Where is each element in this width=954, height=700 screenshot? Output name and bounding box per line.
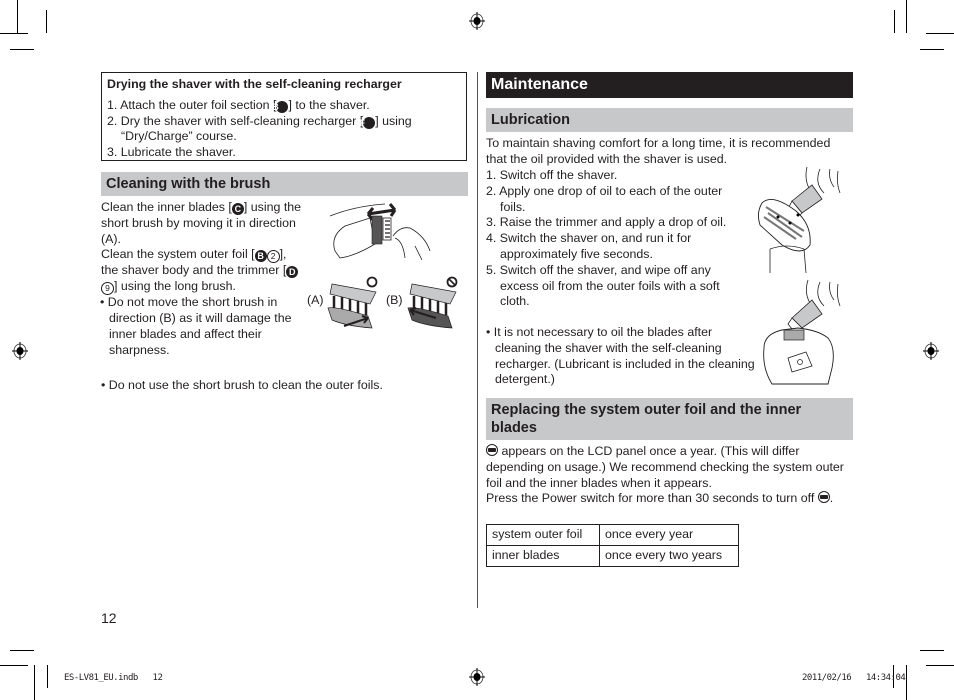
drying-step: 2. Dry the shaver with self-cleaning rec…: [107, 113, 412, 144]
part-letter-badge: D: [286, 266, 299, 279]
figure-label-b: (B): [386, 293, 403, 307]
brush-section-text: Clean the inner blades [C] using the sho…: [100, 200, 306, 358]
replacement-schedule-table: system outer foil once every year inner …: [486, 524, 739, 567]
crop-mark: [10, 650, 34, 651]
drying-step: 1. Attach the outer foil section [B] to …: [107, 97, 370, 113]
crop-mark: [17, 0, 18, 33]
page-number: 12: [101, 610, 117, 626]
lubrication-steps: 1. Switch off the shaver. 2. Apply one d…: [486, 168, 746, 310]
brush-section-heading: Cleaning with the brush: [101, 172, 468, 196]
drying-box-title: Drying the shaver with the self-cleaning…: [107, 77, 402, 91]
table-cell-part: system outer foil: [486, 524, 600, 546]
part-letter-badge: B: [254, 250, 267, 263]
crop-mark: [46, 10, 47, 33]
part-letter-badge: C: [231, 203, 244, 215]
replace-indicator-icon: [486, 444, 498, 456]
table-cell-interval: once every two years: [599, 545, 739, 567]
part-number-badge: 2: [266, 250, 280, 264]
crop-mark: [47, 665, 48, 688]
oil-trimmer-illustration: [763, 279, 841, 385]
crop-mark: [894, 10, 895, 33]
part-letter-badge: F: [359, 116, 376, 129]
lubrication-heading: Lubrication: [486, 108, 853, 132]
lubrication-step: 2. Apply one drop of oil to each of the …: [486, 183, 723, 214]
lubrication-step: 1. Switch off the shaver.: [486, 168, 618, 182]
part-number-badge: 9: [101, 282, 114, 296]
crop-mark: [906, 0, 907, 33]
brush-warning: • Do not move the short brush in directi…: [100, 295, 292, 357]
oil-foil-illustration: [757, 166, 841, 274]
registration-mark-icon: [923, 342, 939, 360]
replacing-heading: Replacing the system outer foil and the …: [486, 398, 853, 440]
slug-file-info: ES-LV81_EU.indb 12: [64, 673, 163, 683]
table-cell-part: inner blades: [486, 545, 600, 567]
column-divider: [477, 72, 478, 608]
replace-indicator-icon: [817, 491, 830, 504]
crop-mark: [926, 33, 954, 34]
brush-paragraph-inner: Clean the inner blades [C] using the sho…: [101, 200, 302, 246]
crop-mark: [926, 665, 954, 666]
lubrication-step: 5. Switch off the shaver, and wipe off a…: [486, 262, 720, 309]
crop-mark: [906, 665, 907, 700]
registration-mark-icon: [469, 668, 485, 686]
brush-direction-b-illustration: [407, 283, 457, 329]
lubrication-step: 4. Switch the shaver on, and run it for …: [486, 231, 692, 261]
figure-label-a: (A): [307, 293, 324, 307]
lubrication-note: • It is not necessary to oil the blades …: [486, 325, 755, 387]
drying-box: Drying the shaver with the self-cleaning…: [101, 72, 467, 161]
table-row: inner blades once every two years: [486, 545, 739, 567]
lubrication-intro: To maintain shaving comfort for a long t…: [486, 136, 831, 166]
replacing-paragraph: appears on the LCD panel once a year. (T…: [486, 444, 844, 490]
table-cell-interval: once every year: [599, 524, 739, 546]
crop-mark: [0, 665, 28, 666]
maintenance-heading: Maintenance: [486, 72, 853, 98]
part-letter-badge: B: [272, 100, 289, 113]
brush-cleaning-illustration: [329, 203, 431, 261]
replacing-paragraph: Press the Power switch for more than 30 …: [486, 491, 834, 506]
brush-direction-a-illustration: [327, 283, 377, 329]
crop-mark: [920, 650, 944, 651]
crop-mark: [10, 49, 34, 50]
brush-paragraph-outer: Clean the system outer foil [B 2], the sh…: [101, 247, 306, 296]
crop-mark: [34, 665, 35, 700]
drying-step: 3. Lubricate the shaver.: [107, 145, 236, 160]
brush-warning: • Do not use the short brush to clean th…: [101, 378, 383, 392]
crop-mark: [0, 33, 28, 34]
registration-mark-icon: [12, 342, 28, 360]
table-row: system outer foil once every year: [486, 524, 739, 546]
slug-timestamp: 2011/02/16 14:34:04: [802, 673, 906, 683]
registration-mark-icon: [469, 12, 485, 30]
lubrication-step: 3. Raise the trimmer and apply a drop of…: [486, 215, 727, 230]
replacing-text: appears on the LCD panel once a year. (T…: [486, 444, 846, 507]
drying-steps: 1. Attach the outer foil section [B] to …: [107, 98, 461, 161]
crop-mark: [920, 49, 944, 50]
